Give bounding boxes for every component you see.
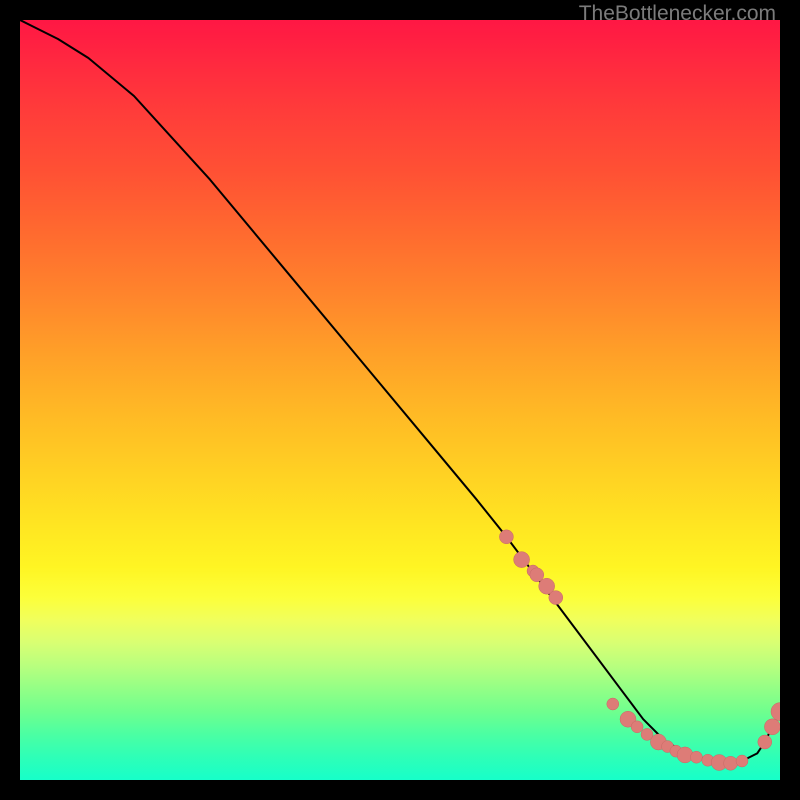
marker-group: [499, 530, 780, 771]
marker-point: [724, 756, 738, 770]
marker-point: [514, 552, 530, 568]
watermark-label: TheBottlenecker.com: [579, 2, 776, 26]
chart-container: TheBottlenecker.com: [0, 0, 800, 800]
plot-area: [20, 20, 780, 780]
marker-point: [736, 755, 748, 767]
marker-point: [758, 735, 772, 749]
marker-point: [631, 721, 643, 733]
marker-point: [764, 719, 780, 735]
marker-point: [549, 591, 563, 605]
curve-svg: [20, 20, 780, 780]
marker-point: [771, 703, 780, 721]
marker-point: [690, 751, 702, 763]
bottleneck-curve: [20, 20, 780, 763]
marker-point: [499, 530, 513, 544]
marker-point: [607, 698, 619, 710]
